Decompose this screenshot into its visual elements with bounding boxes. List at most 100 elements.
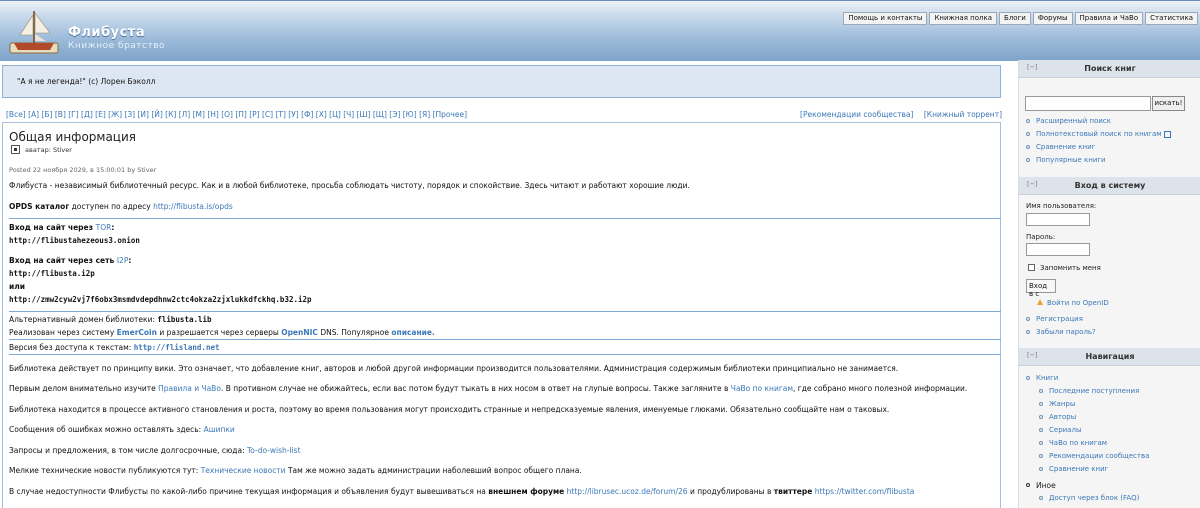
- search-block-header[interactable]: [−] Поиск книг: [1019, 60, 1200, 78]
- divider: [9, 311, 1001, 312]
- bullet-icon: [1026, 376, 1030, 380]
- bullet-icon: [1026, 132, 1030, 136]
- fulltext-search-link[interactable]: Полнотекстовый поиск по книгам: [1036, 130, 1171, 138]
- bullet-icon: [1039, 415, 1043, 419]
- tech-news-link[interactable]: Технические новости: [201, 466, 286, 475]
- site-name[interactable]: Флибуста: [68, 25, 145, 40]
- navigation-block-header[interactable]: [−] Навигация: [1019, 348, 1200, 366]
- nav-books-link[interactable]: Книги: [1036, 374, 1058, 382]
- search-input[interactable]: [1025, 96, 1151, 111]
- emercoin-link[interactable]: EmerCoin: [117, 328, 157, 337]
- post-meta: Posted 22 ноября 2029, в 15:00:01 by Sti…: [9, 166, 157, 174]
- tor-line: Вход на сайт через TOR:: [9, 223, 115, 232]
- or-text: или: [9, 282, 26, 291]
- bullet-icon: [1039, 454, 1043, 458]
- rules-link[interactable]: Правила и ЧаВо: [158, 384, 221, 393]
- i2p-line: Вход на сайт через сеть I2P:: [9, 256, 132, 265]
- forum-link[interactable]: http://librusec.ucoz.de/forum/26: [567, 487, 688, 496]
- compare-books-link[interactable]: Сравнение книг: [1036, 143, 1095, 151]
- bullet-icon: [1039, 389, 1043, 393]
- divider: [9, 354, 1001, 355]
- bullet-icon: [1039, 402, 1043, 406]
- page-title: Общая информация: [9, 130, 136, 144]
- opds-link[interactable]: http://flibusta.is/opds: [153, 202, 233, 211]
- top-link-rules[interactable]: Правила и ЧаВо: [1074, 12, 1144, 25]
- login-block-header[interactable]: [−] Вход в систему: [1019, 177, 1200, 195]
- bullet-icon: [1039, 467, 1043, 471]
- tor-link[interactable]: TOR: [96, 223, 112, 232]
- opds-label: OPDS каталог: [9, 202, 70, 211]
- nav-genres-link[interactable]: Жанры: [1049, 400, 1075, 408]
- bullet-icon: [1039, 441, 1043, 445]
- popular-books-link[interactable]: Популярные книги: [1036, 156, 1106, 164]
- bullet-icon: [1026, 330, 1030, 334]
- wishlist-link[interactable]: To-do-wish-list: [247, 446, 301, 455]
- ship-logo-icon[interactable]: [8, 3, 62, 59]
- rules-text: Первым делом внимательно изучите Правила…: [9, 384, 968, 393]
- password-field[interactable]: [1026, 243, 1090, 256]
- no-access-link[interactable]: http://flisland.net: [134, 343, 220, 352]
- divider: [9, 218, 1001, 219]
- password-label: Пароль:: [1026, 233, 1056, 241]
- tor-url-link[interactable]: http://flibustahezeous3.onion: [9, 236, 140, 245]
- openid-icon: [1037, 299, 1043, 305]
- register-link[interactable]: Регистрация: [1036, 315, 1083, 323]
- bullet-icon: [1026, 145, 1030, 149]
- avatar[interactable]: [11, 145, 20, 154]
- nav-block-access-link[interactable]: Доступ через блок (FAQ): [1049, 494, 1139, 502]
- remember-me-checkbox[interactable]: [1028, 264, 1035, 271]
- bugs-link[interactable]: Ашипки: [204, 425, 235, 434]
- i2p-url-link[interactable]: http://flibusta.i2p: [9, 269, 95, 278]
- wishlist-text: Запросы и предложения, в том числе долго…: [9, 446, 301, 455]
- opennic-link[interactable]: OpenNIC: [281, 328, 318, 337]
- tech-news-text: Мелкие технические новости публикуются т…: [9, 466, 582, 475]
- bullet-icon: [1026, 483, 1030, 487]
- search-button[interactable]: искать!: [1152, 96, 1185, 111]
- nav-faq-books-link[interactable]: ЧаВо по книгам: [1049, 439, 1107, 447]
- nav-authors-link[interactable]: Авторы: [1049, 413, 1076, 421]
- login-submit-button[interactable]: Вход в с: [1026, 279, 1056, 298]
- openid-login-link[interactable]: Войти по OpenID: [1047, 299, 1109, 307]
- remember-me-label: Запомнить меня: [1040, 264, 1101, 272]
- top-link-bookshelf[interactable]: Книжная полка: [929, 12, 998, 25]
- alphabet-right-links: [Рекомендации сообщества] [Книжный торре…: [792, 110, 1002, 119]
- site-header: Флибуста Книжное братство Помощь и конта…: [0, 0, 1200, 61]
- i2p-url2-link[interactable]: http://zmw2cyw2vj7f6obx3msmdvdepdhnw2ctc…: [9, 295, 312, 304]
- bullet-icon: [1039, 428, 1043, 432]
- alphabet-filter[interactable]: [Все] [А] [Б] [В] [Г] [Д] [Е] [Ж] [З] [И…: [6, 110, 467, 119]
- nav-series-link[interactable]: Сериалы: [1049, 426, 1081, 434]
- no-access-line: Версия без доступа к текстам: http://fli…: [9, 343, 220, 352]
- site-slogan: Книжное братство: [68, 41, 166, 51]
- twitter-link[interactable]: https://twitter.com/flibusta: [815, 487, 915, 496]
- intro-text: Флибуста - независимый библиотечный ресу…: [9, 181, 690, 190]
- nav-compare-link[interactable]: Сравнение книг: [1049, 465, 1108, 473]
- top-link-blogs[interactable]: Блоги: [999, 12, 1031, 25]
- nav-recommendations-link[interactable]: Рекомендации сообщества: [1049, 452, 1149, 460]
- opds-text: доступен по адресу: [69, 202, 154, 211]
- top-link-stats[interactable]: Статистика: [1145, 12, 1198, 25]
- quote-box: "А я не легенда!" (c) Лорен Бэколл: [2, 65, 1001, 98]
- book-torrent-link[interactable]: [Книжный торрент]: [924, 110, 1002, 119]
- alt-domain-line: Альтернативный домен библиотеки: flibust…: [9, 315, 212, 324]
- i2p-label: Вход на сайт через сеть: [9, 256, 117, 265]
- top-link-forums[interactable]: Форумы: [1032, 12, 1073, 25]
- community-recommendations-link[interactable]: [Рекомендации сообщества]: [800, 110, 913, 119]
- main-content: Общая информация аватар: Stiver Posted 2…: [2, 122, 1001, 508]
- nav-other-label[interactable]: Иное: [1036, 481, 1056, 490]
- external-link-icon: [1163, 130, 1171, 138]
- bugs-text: Сообщения об ошибках можно оставлять зде…: [9, 425, 235, 434]
- i2p-link[interactable]: I2P: [117, 256, 129, 265]
- sidebar: [−] Поиск книг искать! Расширенный поиск…: [1018, 60, 1200, 508]
- username-field[interactable]: [1026, 213, 1090, 226]
- faq-books-link[interactable]: ЧаВо по книгам: [731, 384, 793, 393]
- bullet-icon: [1026, 317, 1030, 321]
- forgot-password-link[interactable]: Забыли пароль?: [1036, 328, 1096, 336]
- nav-latest-link[interactable]: Последние поступления: [1049, 387, 1139, 395]
- avatar-label: аватар: Stiver: [25, 146, 72, 154]
- opds-line: OPDS каталог доступен по адресу http://f…: [9, 202, 233, 211]
- bullet-icon: [1026, 158, 1030, 162]
- divider: [9, 339, 1001, 340]
- description-link[interactable]: описание.: [391, 328, 434, 337]
- top-link-help[interactable]: Помощь и контакты: [843, 12, 928, 25]
- advanced-search-link[interactable]: Расширенный поиск: [1036, 117, 1111, 125]
